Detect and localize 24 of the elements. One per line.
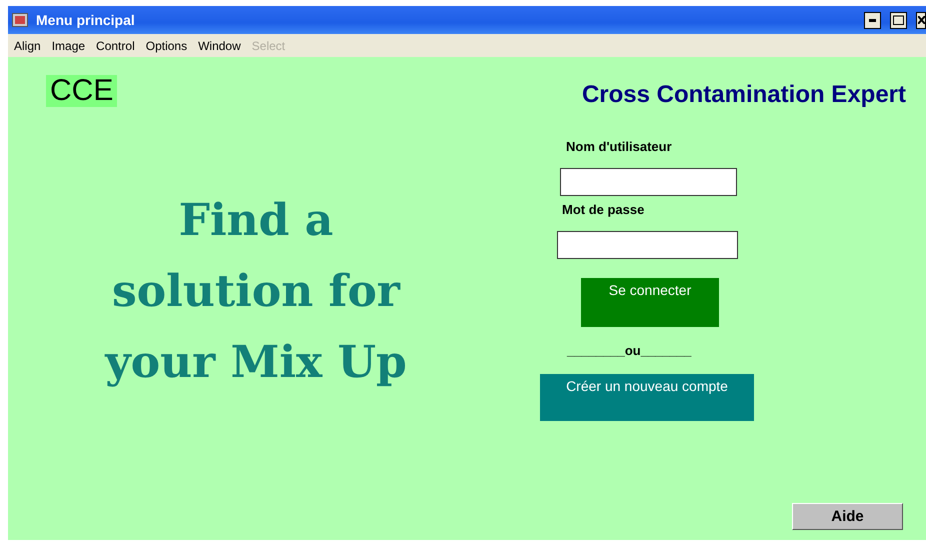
password-label: Mot de passe — [562, 202, 646, 217]
menu-item[interactable]: Image — [52, 38, 86, 52]
help-button[interactable]: Aide — [792, 503, 903, 530]
maximize-icon — [893, 15, 904, 25]
close-button[interactable] — [916, 12, 926, 28]
close-icon — [918, 16, 924, 24]
app-icon — [12, 13, 28, 27]
menu-item[interactable]: Options — [146, 38, 188, 52]
maximize-button[interactable] — [890, 12, 907, 28]
minimize-button[interactable] — [864, 12, 881, 28]
menu-item[interactable]: Align — [14, 38, 41, 52]
menu-item[interactable]: Control — [96, 38, 135, 52]
logo: CCE — [46, 75, 118, 107]
username-field[interactable] — [560, 168, 737, 196]
slogan: Find a solution for your Mix Up — [104, 194, 408, 390]
separator-text: ________ou_______ — [567, 343, 692, 358]
login-button[interactable]: Se connecter — [581, 278, 719, 327]
app-title: Cross Contamination Expert — [582, 81, 906, 109]
menu-item[interactable]: Window — [198, 38, 241, 52]
password-field[interactable] — [557, 231, 738, 259]
minimize-icon — [869, 18, 876, 22]
username-label: Nom d'utilisateur — [566, 139, 673, 154]
window-title: Menu principal — [36, 12, 136, 28]
create-account-button[interactable]: Créer un nouveau compte — [540, 374, 754, 421]
